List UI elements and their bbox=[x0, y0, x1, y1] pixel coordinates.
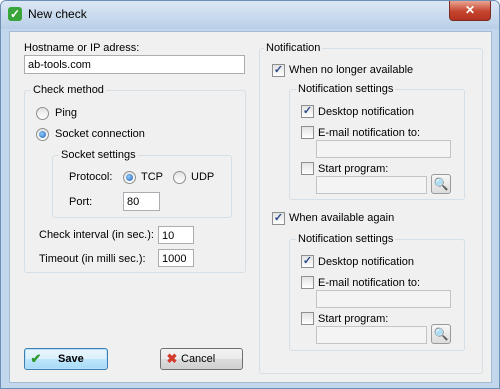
udp-label[interactable]: UDP bbox=[191, 171, 214, 183]
timeout-input[interactable]: 1000 bbox=[158, 249, 194, 267]
email-notification-checkbox-1[interactable] bbox=[301, 126, 314, 139]
start-program-checkbox-2[interactable] bbox=[301, 312, 314, 325]
desktop-notification-checkbox-2[interactable]: ✓ bbox=[301, 255, 314, 268]
desktop-notification-label-1[interactable]: Desktop notification bbox=[318, 106, 414, 118]
notification-title: Notification bbox=[264, 42, 323, 54]
socket-connection-radio[interactable] bbox=[36, 128, 49, 141]
new-check-window: ✓ New check ✕ Hostname or IP adress: ab-… bbox=[0, 0, 500, 389]
start-program-label-2[interactable]: Start program: bbox=[318, 313, 388, 325]
ping-radio[interactable] bbox=[36, 107, 49, 120]
title-bar[interactable]: ✓ New check ✕ bbox=[1, 1, 499, 29]
available-again-checkbox[interactable]: ✓ bbox=[272, 212, 285, 225]
app-check-icon: ✓ bbox=[8, 7, 22, 21]
check-interval-label: Check interval (in sec.): bbox=[39, 229, 154, 241]
hostname-label: Hostname or IP adress: bbox=[24, 42, 140, 54]
tcp-label[interactable]: TCP bbox=[141, 171, 163, 183]
save-check-icon: ✔ bbox=[30, 351, 42, 366]
save-button-label: Save bbox=[58, 353, 84, 365]
start-program-checkbox-1[interactable] bbox=[301, 162, 314, 175]
email-input-1[interactable] bbox=[316, 140, 451, 158]
window-title: New check bbox=[28, 7, 87, 21]
cancel-button[interactable]: ✖ Cancel bbox=[160, 348, 243, 370]
browse-search-icon-2[interactable]: 🔍 bbox=[431, 324, 451, 344]
program-path-input-1[interactable] bbox=[316, 176, 427, 194]
close-button[interactable]: ✕ bbox=[449, 1, 491, 21]
port-input[interactable]: 80 bbox=[123, 192, 160, 211]
protocol-label: Protocol: bbox=[69, 171, 113, 183]
start-program-label-1[interactable]: Start program: bbox=[318, 163, 388, 175]
timeout-label: Timeout (in milli sec.): bbox=[39, 253, 146, 265]
cancel-x-icon: ✖ bbox=[166, 351, 178, 366]
notification-settings-title-2: Notification settings bbox=[296, 233, 396, 245]
cancel-button-label: Cancel bbox=[181, 353, 216, 365]
socket-settings-title: Socket settings bbox=[59, 149, 138, 161]
email-notification-label-1[interactable]: E-mail notification to: bbox=[318, 127, 420, 139]
desktop-notification-checkbox-1[interactable]: ✓ bbox=[301, 105, 314, 118]
no-longer-available-label[interactable]: When no longer available bbox=[289, 64, 413, 76]
notification-settings-title-1: Notification settings bbox=[296, 83, 396, 95]
email-notification-checkbox-2[interactable] bbox=[301, 276, 314, 289]
udp-radio[interactable] bbox=[173, 171, 186, 184]
socket-connection-label[interactable]: Socket connection bbox=[55, 128, 145, 140]
program-path-input-2[interactable] bbox=[316, 326, 427, 344]
check-interval-input[interactable]: 10 bbox=[158, 226, 194, 244]
save-button[interactable]: ✔ Save bbox=[24, 348, 108, 370]
port-label: Port: bbox=[69, 196, 93, 208]
no-longer-available-checkbox[interactable]: ✓ bbox=[272, 64, 285, 77]
check-method-title: Check method bbox=[31, 84, 106, 96]
tcp-radio[interactable] bbox=[123, 171, 136, 184]
browse-search-icon-1[interactable]: 🔍 bbox=[431, 174, 451, 194]
available-again-label[interactable]: When available again bbox=[289, 212, 394, 224]
email-notification-label-2[interactable]: E-mail notification to: bbox=[318, 277, 420, 289]
hostname-input[interactable]: ab-tools.com bbox=[24, 55, 245, 74]
dialog-body: Hostname or IP adress: ab-tools.com Chec… bbox=[9, 31, 492, 383]
ping-label[interactable]: Ping bbox=[55, 107, 77, 119]
email-input-2[interactable] bbox=[316, 290, 451, 308]
desktop-notification-label-2[interactable]: Desktop notification bbox=[318, 256, 414, 268]
